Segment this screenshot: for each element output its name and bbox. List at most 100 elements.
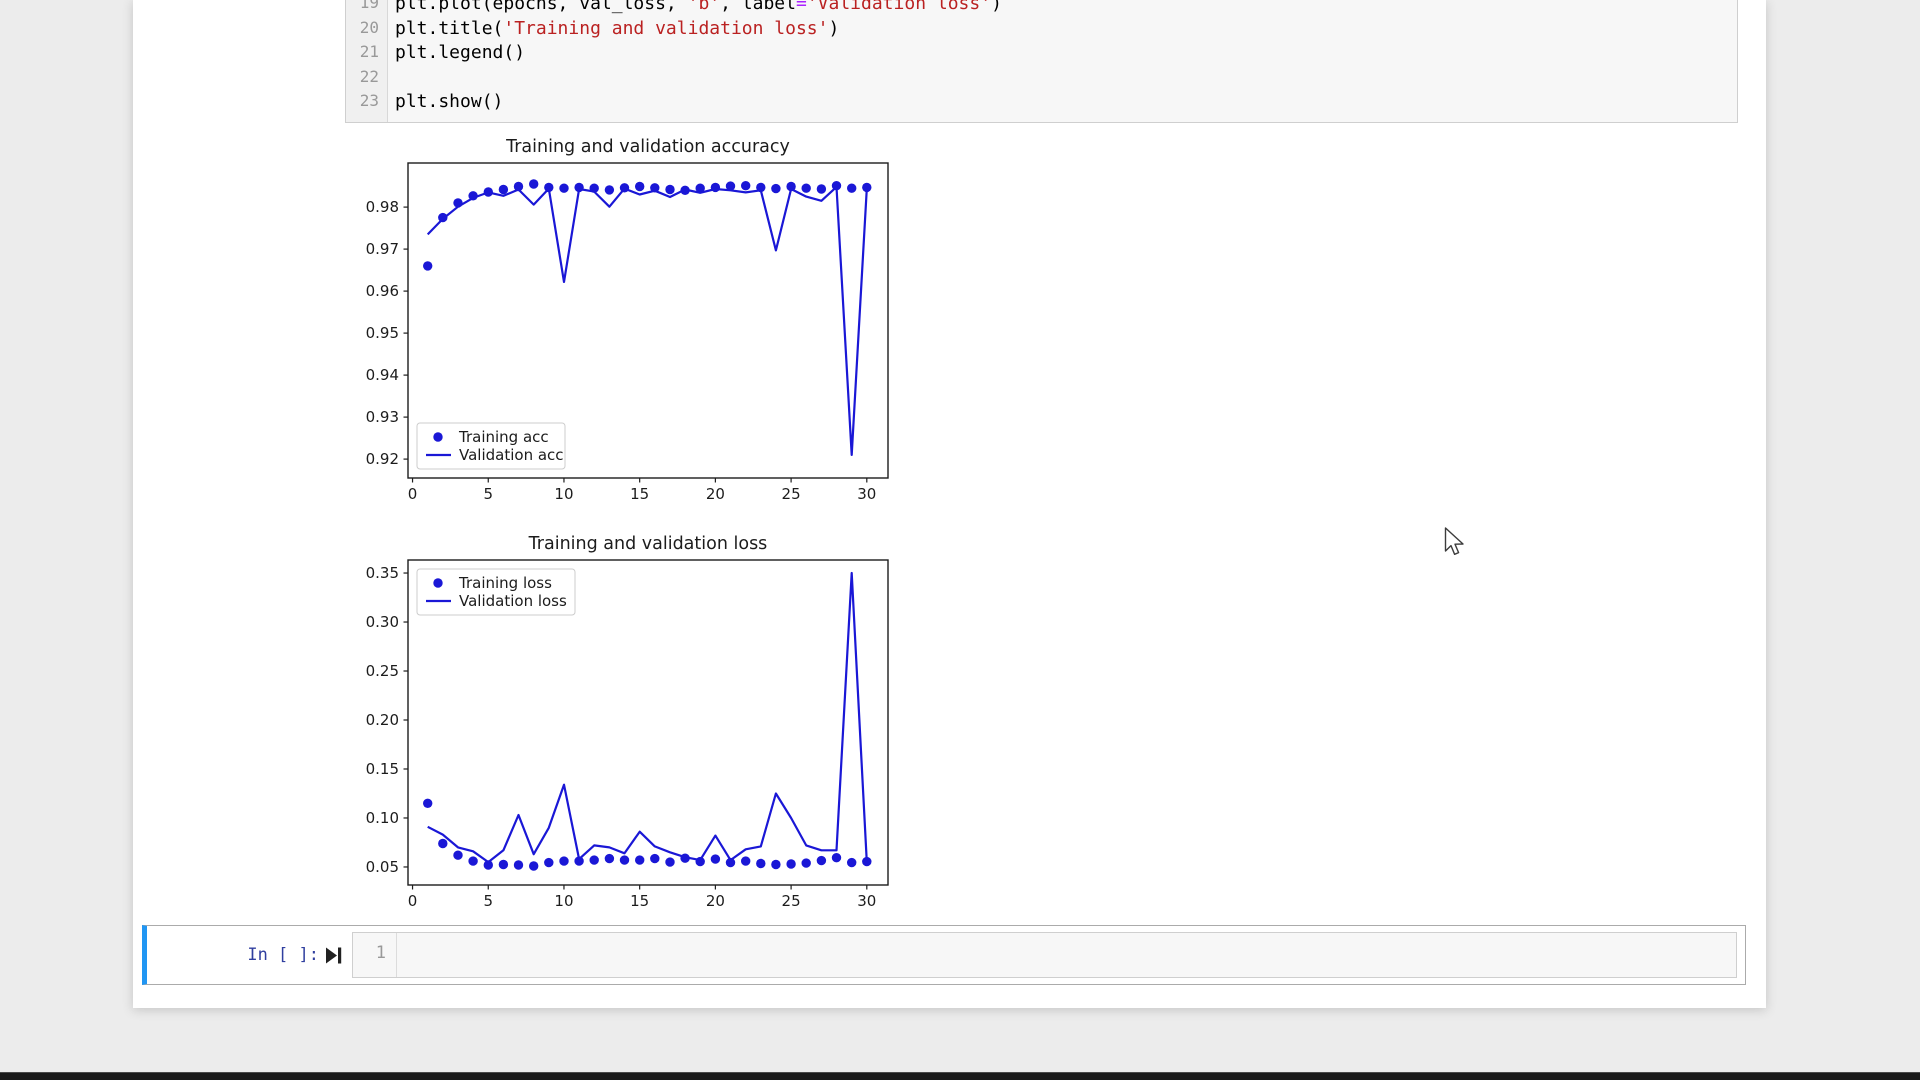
training-acc-point xyxy=(802,184,811,193)
line-number-gutter: 1920212223 xyxy=(346,0,388,122)
code-token: plt.title( xyxy=(395,18,503,39)
line-number: 1 xyxy=(353,933,397,977)
code-line: plt.show() xyxy=(395,91,1737,116)
training-loss-point xyxy=(468,856,477,865)
training-loss-point xyxy=(590,855,599,864)
taskbar-edge xyxy=(0,1072,1920,1080)
code-cell-input[interactable]: 1920212223 plt.plot(epochs, val_loss, 'b… xyxy=(345,0,1738,123)
x-tick-label: 25 xyxy=(782,892,801,910)
y-tick-label: 0.92 xyxy=(366,450,399,468)
training-loss-point xyxy=(559,856,568,865)
legend-label: Training acc xyxy=(458,428,549,446)
training-acc-point xyxy=(635,182,644,191)
code-token: , label xyxy=(720,0,796,14)
x-tick-label: 20 xyxy=(706,485,725,503)
legend-label: Validation acc xyxy=(459,446,564,464)
training-loss-point xyxy=(620,855,629,864)
training-loss-point xyxy=(832,853,841,862)
training-loss-point xyxy=(544,858,553,867)
training-loss-point xyxy=(741,856,750,865)
code-line: plt.plot(epochs, val_loss, 'b', label='V… xyxy=(395,0,1737,18)
training-acc-point xyxy=(499,185,508,194)
training-loss-point xyxy=(756,859,765,868)
training-loss-point xyxy=(605,854,614,863)
training-acc-point xyxy=(847,184,856,193)
code-token: 'Training and validation loss' xyxy=(503,18,828,39)
code-token: = xyxy=(796,0,807,14)
run-cell-icon[interactable] xyxy=(325,947,343,964)
loss-figure: Training and validation loss051015202530… xyxy=(352,530,912,923)
code-editor[interactable]: plt.plot(epochs, val_loss, 'b', label='V… xyxy=(388,0,1737,122)
training-acc-point xyxy=(605,185,614,194)
training-loss-point xyxy=(423,799,432,808)
y-tick-label: 0.35 xyxy=(366,564,399,582)
line-number: 23 xyxy=(346,91,387,116)
y-tick-label: 0.10 xyxy=(366,809,399,827)
code-token: plt.legend() xyxy=(395,42,525,63)
training-acc-point xyxy=(665,185,674,194)
line-number: 20 xyxy=(346,18,387,43)
code-token: 'Validation loss' xyxy=(807,0,991,14)
validation-acc-line xyxy=(428,187,867,455)
x-tick-label: 10 xyxy=(554,485,573,503)
training-acc-point xyxy=(529,179,538,188)
line-number: 21 xyxy=(346,42,387,67)
y-tick-label: 0.95 xyxy=(366,324,399,342)
loss-chart: Training and validation loss051015202530… xyxy=(352,530,912,918)
code-line xyxy=(395,67,1737,92)
validation-loss-line xyxy=(428,573,867,862)
y-tick-label: 0.15 xyxy=(366,760,399,778)
empty-cell-editor[interactable]: 1 xyxy=(352,932,1737,978)
training-loss-point xyxy=(817,856,826,865)
training-acc-point xyxy=(817,184,826,193)
training-loss-point xyxy=(438,839,447,848)
x-tick-label: 15 xyxy=(630,892,649,910)
training-acc-point xyxy=(559,184,568,193)
training-acc-point xyxy=(741,181,750,190)
notebook-content-area: 1920212223 plt.plot(epochs, val_loss, 'b… xyxy=(133,0,1766,1008)
code-line: plt.title('Training and validation loss'… xyxy=(395,18,1737,43)
training-loss-point xyxy=(529,861,538,870)
code-token: 'b' xyxy=(688,0,721,14)
y-tick-label: 0.97 xyxy=(366,240,399,258)
jupyter-notebook-page: 1920212223 plt.plot(epochs, val_loss, 'b… xyxy=(0,0,1920,1080)
training-loss-point xyxy=(711,854,720,863)
training-loss-point xyxy=(665,857,674,866)
x-tick-label: 5 xyxy=(483,892,493,910)
x-tick-label: 15 xyxy=(630,485,649,503)
x-tick-label: 30 xyxy=(857,892,876,910)
y-tick-label: 0.98 xyxy=(366,198,399,216)
input-prompt: In [ ]: xyxy=(147,945,319,965)
line-number: 22 xyxy=(346,67,387,92)
empty-cell-code-area[interactable] xyxy=(397,933,1736,977)
y-tick-label: 0.25 xyxy=(366,662,399,680)
code-token: plt.show() xyxy=(395,91,503,112)
chart-title: Training and validation accuracy xyxy=(505,137,790,157)
x-tick-label: 0 xyxy=(408,485,418,503)
x-tick-label: 25 xyxy=(782,485,801,503)
training-acc-point xyxy=(423,261,432,270)
y-tick-label: 0.05 xyxy=(366,858,399,876)
y-tick-label: 0.20 xyxy=(366,711,399,729)
line-number: 19 xyxy=(346,0,387,18)
x-tick-label: 0 xyxy=(408,892,418,910)
y-tick-label: 0.93 xyxy=(366,408,399,426)
x-tick-label: 10 xyxy=(554,892,573,910)
x-tick-label: 20 xyxy=(706,892,725,910)
x-tick-label: 5 xyxy=(483,485,493,503)
x-tick-label: 30 xyxy=(857,485,876,503)
training-loss-point xyxy=(453,851,462,860)
accuracy-figure: Training and validation accuracy 0 5 10 15 20… xyxy=(352,133,912,516)
legend-dot-marker xyxy=(433,432,442,441)
code-token: plt.plot(epochs, val_loss, xyxy=(395,0,688,14)
training-loss-point xyxy=(771,860,780,869)
code-token: ) xyxy=(991,0,1002,14)
y-tick-label: 0.94 xyxy=(366,366,399,384)
empty-code-cell[interactable]: In [ ]: 1 xyxy=(142,925,1746,985)
y-tick-label: 0.30 xyxy=(366,613,399,631)
legend-label: Training loss xyxy=(458,574,552,592)
training-acc-point xyxy=(771,184,780,193)
mouse-cursor xyxy=(1444,527,1466,559)
training-loss-point xyxy=(650,854,659,863)
training-loss-point xyxy=(499,860,508,869)
